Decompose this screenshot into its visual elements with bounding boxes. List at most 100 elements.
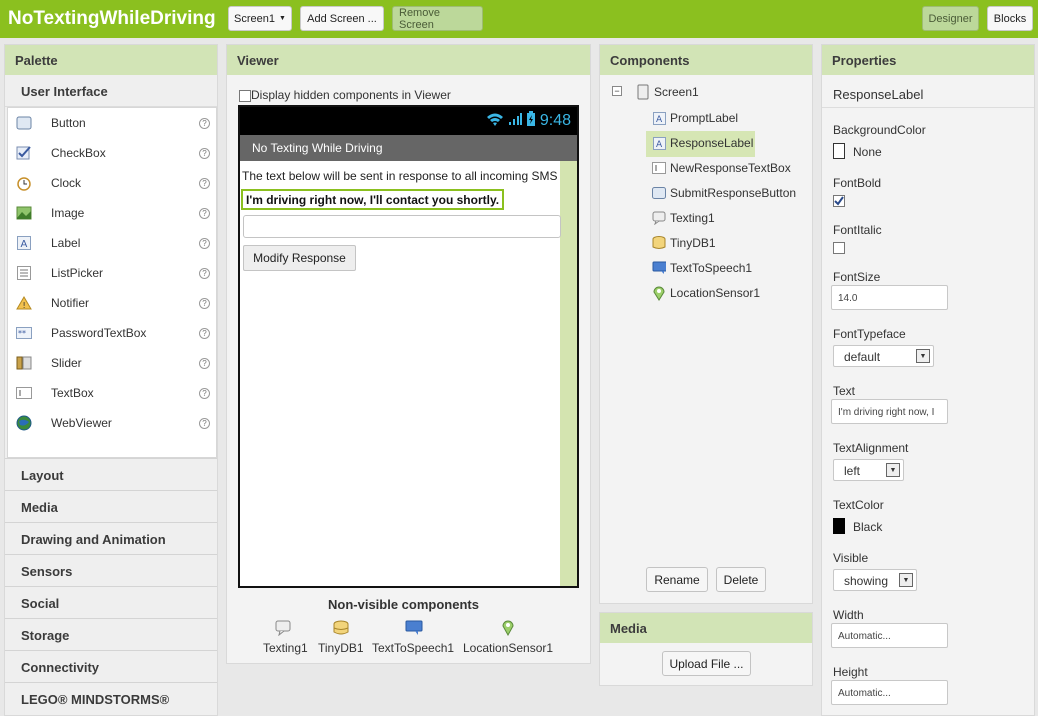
help-icon[interactable]: ?	[199, 387, 210, 399]
help-icon[interactable]: ?	[199, 177, 210, 189]
hidden-components-toggle[interactable]: Display hidden components in Viewer	[239, 88, 451, 102]
screen-select[interactable]: Screen1 ▼	[228, 6, 292, 31]
palette-category-drawing[interactable]: Drawing and Animation	[5, 522, 217, 554]
password-icon: **	[16, 325, 32, 341]
palette-item-passwordtextbox[interactable]: ** PasswordTextBox ?	[8, 318, 216, 348]
font-typeface-label: FontTypeface	[833, 327, 906, 341]
blocks-button[interactable]: Blocks	[987, 6, 1033, 31]
text-color-value[interactable]: Black	[853, 520, 882, 534]
palette-category-media[interactable]: Media	[5, 490, 217, 522]
slider-icon	[16, 355, 32, 371]
tree-item-screen1[interactable]: Screen1	[636, 84, 699, 100]
tinydb-icon[interactable]	[333, 620, 349, 639]
palette-category-connectivity[interactable]: Connectivity	[5, 650, 217, 682]
help-icon[interactable]: ?	[199, 297, 210, 309]
tree-item-responselabel[interactable]: A ResponseLabel	[652, 136, 753, 150]
palette-category-sensors[interactable]: Sensors	[5, 554, 217, 586]
text-color-swatch[interactable]	[833, 518, 845, 534]
font-bold-checkbox[interactable]	[833, 195, 845, 207]
properties-title: Properties	[822, 45, 1034, 75]
viewer-title: Viewer	[227, 45, 590, 75]
battery-icon	[526, 110, 536, 132]
font-size-input[interactable]: 14.0	[831, 285, 948, 310]
delete-button[interactable]: Delete	[716, 567, 766, 592]
palette-item-listpicker[interactable]: ListPicker ?	[8, 258, 216, 288]
location-icon[interactable]	[502, 619, 514, 639]
text-alignment-select[interactable]: left ▼	[833, 459, 904, 481]
tree-item-texttospeech1[interactable]: TextToSpeech1	[652, 261, 752, 275]
collapse-icon[interactable]: −	[612, 86, 622, 96]
response-label[interactable]: I'm driving right now, I'll contact you …	[241, 189, 505, 210]
tree-item-tinydb1[interactable]: TinyDB1	[652, 236, 716, 250]
svg-text:**: **	[18, 329, 26, 338]
upload-file-button[interactable]: Upload File ...	[662, 651, 751, 676]
help-icon[interactable]: ?	[199, 207, 210, 219]
tree-item-label: LocationSensor1	[670, 286, 761, 300]
palette-item-clock[interactable]: Clock ?	[8, 168, 216, 198]
text-input[interactable]: I'm driving right now, I	[831, 399, 948, 424]
help-icon[interactable]: ?	[199, 237, 210, 249]
palette-category-lego[interactable]: LEGO® MINDSTORMS®	[5, 682, 217, 714]
wifi-icon	[486, 112, 504, 131]
palette-category-storage[interactable]: Storage	[5, 618, 217, 650]
palette-category-social[interactable]: Social	[5, 586, 217, 618]
help-icon[interactable]: ?	[199, 267, 210, 279]
prompt-label[interactable]: The text below will be sent in response …	[242, 169, 562, 183]
svg-text:A: A	[656, 115, 663, 125]
help-icon[interactable]: ?	[199, 147, 210, 159]
visible-value: showing	[844, 574, 889, 588]
tree-item-label: NewResponseTextBox	[670, 161, 791, 175]
palette-item-image[interactable]: Image ?	[8, 198, 216, 228]
palette-item-label[interactable]: A Label ?	[8, 228, 216, 258]
palette-item-textbox[interactable]: TextBox ?	[8, 378, 216, 408]
palette-category-user-interface[interactable]: User Interface	[5, 75, 217, 107]
width-input[interactable]: Automatic...	[831, 623, 948, 648]
location-icon	[652, 286, 666, 301]
tree-item-promptlabel[interactable]: A PromptLabel	[652, 111, 738, 125]
tts-icon[interactable]	[405, 620, 423, 639]
height-input[interactable]: Automatic...	[831, 680, 948, 705]
tree-item-locationsensor1[interactable]: LocationSensor1	[652, 286, 761, 301]
background-color-swatch[interactable]	[833, 143, 845, 159]
modify-response-button[interactable]: Modify Response	[243, 245, 356, 271]
text-color-label: TextColor	[833, 498, 884, 512]
palette-panel: Palette User Interface Button ? CheckBox…	[4, 44, 218, 716]
tree-item-texting1[interactable]: Texting1	[652, 211, 715, 225]
palette-item-button[interactable]: Button ?	[8, 108, 216, 138]
palette-item-label: Notifier	[51, 296, 90, 310]
visible-select[interactable]: showing ▼	[833, 569, 917, 591]
nonvisible-texting[interactable]	[263, 620, 303, 639]
signal-icon	[508, 112, 522, 131]
help-icon[interactable]: ?	[199, 357, 210, 369]
hidden-components-checkbox[interactable]	[239, 89, 251, 102]
tree-item-label: PromptLabel	[670, 111, 739, 125]
palette-category-layout[interactable]: Layout	[5, 458, 217, 490]
screen-icon	[636, 84, 650, 100]
palette-item-webviewer[interactable]: WebViewer ?	[8, 408, 216, 438]
background-color-value[interactable]: None	[853, 145, 882, 159]
tree-item-label: Screen1	[654, 85, 699, 99]
help-icon[interactable]: ?	[199, 327, 210, 339]
help-icon[interactable]: ?	[199, 417, 210, 429]
font-typeface-select[interactable]: default ▼	[833, 345, 934, 367]
palette-item-checkbox[interactable]: CheckBox ?	[8, 138, 216, 168]
palette-item-slider[interactable]: Slider ?	[8, 348, 216, 378]
font-bold-label: FontBold	[833, 176, 882, 190]
add-screen-button[interactable]: Add Screen ...	[300, 6, 384, 31]
tree-item-label: ResponseLabel	[670, 136, 754, 150]
palette-list: Button ? CheckBox ? Clock ? Image ? A La…	[7, 107, 217, 458]
remove-screen-button[interactable]: Remove Screen	[392, 6, 483, 31]
textbox-icon	[652, 161, 666, 175]
components-panel: Components	[599, 44, 813, 604]
height-label: Height	[833, 665, 868, 679]
tree-item-newresponsetextbox[interactable]: NewResponseTextBox	[652, 161, 791, 175]
designer-button[interactable]: Designer	[922, 6, 979, 31]
tree-item-submitresponsebutton[interactable]: SubmitResponseButton	[652, 186, 796, 200]
help-icon[interactable]: ?	[199, 117, 210, 129]
palette-item-label: ListPicker	[51, 266, 104, 280]
palette-item-label: Slider	[51, 356, 82, 370]
palette-item-notifier[interactable]: ! Notifier ?	[8, 288, 216, 318]
rename-button[interactable]: Rename	[646, 567, 708, 592]
new-response-textbox[interactable]	[243, 215, 561, 238]
font-italic-checkbox[interactable]	[833, 242, 845, 254]
